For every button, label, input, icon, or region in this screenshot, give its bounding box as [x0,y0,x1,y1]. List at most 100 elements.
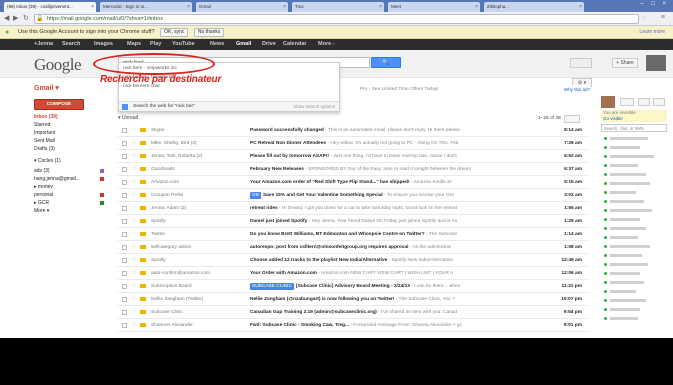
gbar-item[interactable]: Drive [262,39,276,50]
mail-checkbox[interactable] [122,297,127,302]
chat-contact[interactable] [604,190,664,195]
importance-marker-icon[interactable] [140,271,146,275]
chat-contact[interactable] [604,145,664,150]
importance-marker-icon[interactable] [140,297,146,301]
gbar-item[interactable]: Maps [127,39,141,50]
importance-marker-icon[interactable] [140,258,146,262]
importance-marker-icon[interactable] [140,323,146,327]
chat-contact[interactable] [604,217,664,222]
importance-marker-icon[interactable] [140,284,146,288]
mail-row[interactable]: ☆ Twitter Do you know Brett Williams, BT E… [118,228,588,241]
mail-checkbox[interactable] [122,245,127,250]
importance-marker-icon[interactable] [140,193,146,197]
star-icon[interactable]: ☆ [131,215,136,227]
chat-contact[interactable] [604,289,664,294]
close-icon[interactable]: × [379,2,382,12]
reload-icon[interactable]: ↻ [23,14,29,22]
star-icon[interactable]: ☆ [131,241,136,253]
mail-label[interactable]: GB [250,192,261,199]
chat-contact[interactable] [604,172,664,177]
chat-avatar[interactable] [601,96,615,108]
close-icon[interactable]: × [475,2,478,12]
importance-marker-icon[interactable] [140,128,146,132]
mail-checkbox[interactable] [122,206,127,211]
gbar-item[interactable]: More - [318,39,335,50]
search-web-option[interactable]: Search the web for "nick ber" Show searc… [119,101,339,111]
mail-row[interactable]: ☆ auto-confirm@amazon.com Your Order with … [118,267,588,280]
star-icon[interactable]: ☆ [131,306,136,318]
sidebar-item-money[interactable]: ▸ money [34,184,106,190]
mail-row[interactable]: ☆ Subscription Board SUBCASE CLINIC [Subcas… [118,280,588,293]
gbar-item[interactable]: Search [62,39,80,50]
star-icon[interactable]: ☆ [131,137,136,149]
search-button[interactable]: 🔍 [371,57,401,68]
mail-checkbox[interactable] [122,141,127,146]
chat-contact[interactable] [604,253,664,258]
page-nav-buttons[interactable] [564,115,580,123]
mail-label[interactable]: SUBCASE CLINIC [250,283,294,290]
mail-checkbox[interactable] [122,154,127,159]
chat-contact[interactable] [604,271,664,276]
no-thanks-button[interactable]: No thanks [193,28,225,37]
mail-row[interactable]: ☆ selfcategory admin autorespo: post from … [118,241,588,254]
close-icon[interactable]: × [283,2,286,12]
importance-marker-icon[interactable] [140,232,146,236]
star-icon[interactable]: ☆ [131,267,136,279]
star-icon[interactable]: ☆ [131,319,136,331]
sidebar-item-personal[interactable]: personal [34,192,106,198]
chat-contact[interactable] [604,226,664,231]
mail-row[interactable]: ☆ Goodreads February New Releases - SPONSO… [118,163,588,176]
gbar-item[interactable]: Play [150,39,161,50]
importance-marker-icon[interactable] [140,219,146,223]
sidebar-item-more[interactable]: More ▾ [34,208,106,214]
star-icon[interactable]: ☆ [131,228,136,240]
star-icon[interactable]: ☆ [131,124,136,136]
chat-controls[interactable] [620,98,668,106]
star-icon[interactable]: ☆ [131,202,136,214]
mail-row[interactable]: ☆ Subcase Clinic Canadian Gap Training 2.1… [118,306,588,319]
gbar-item[interactable]: +Jenna [34,39,53,50]
unread-section-header[interactable]: ▾ Unread [118,115,138,121]
browser-tab[interactable]: (99) Inbox (39) - cosillprivemmt... × [4,2,96,12]
mail-row[interactable]: ☆ Shannon Alexander Fwd: Subcase Clinic - … [118,319,588,332]
browser-tab[interactable]: Gmail × [196,2,288,12]
chat-contact[interactable] [604,199,664,204]
why-this-ad-link[interactable]: Why this ad? [564,85,590,95]
close-icon[interactable]: × [187,2,190,12]
chat-contact[interactable] [604,181,664,186]
star-icon[interactable]: ☆ [131,254,136,266]
star-icon[interactable]: ☆ [131,293,136,305]
url-field[interactable]: https://mail.google.com/mail/u/0/?shva=1… [34,14,639,24]
mail-checkbox[interactable] [122,232,127,237]
compose-button[interactable]: COMPOSE [34,99,84,110]
sidebar-item-starred[interactable]: Starred [34,122,106,128]
ok-sync-button[interactable]: OK, sync [160,28,189,37]
mail-row[interactable]: ☆ Mike, Shelby, Bird (3) PC Retreat Non Di… [118,137,588,150]
mail-checkbox[interactable] [122,284,127,289]
gbar-item[interactable]: Calendar [283,39,307,50]
star-icon[interactable]: ☆ [131,176,136,188]
go-visible-link[interactable]: Go visible [603,116,667,122]
chat-status-button[interactable] [620,98,634,106]
sidebar-item-drafts[interactable]: Drafts (3) [34,146,106,152]
gbar-item[interactable]: YouTube [172,39,195,50]
window-controls[interactable]: ‒ □ × [640,1,669,7]
importance-marker-icon[interactable] [140,141,146,145]
mail-row[interactable]: ☆ Jenna, Adam (3) retreat rides - Hi Deana… [118,202,588,215]
gbar-item[interactable]: News [210,39,224,50]
sidebar-item-circles[interactable]: ▾ Circles (1) [34,158,106,164]
mail-checkbox[interactable] [122,180,127,185]
phone-icon[interactable] [638,98,650,106]
sidebar-item-gcr[interactable]: ▸ GCR [34,200,106,206]
browser-tab[interactable]: Meet × [388,2,480,12]
chat-contact[interactable] [604,208,664,213]
chat-contact[interactable] [604,235,664,240]
mail-checkbox[interactable] [122,128,127,133]
promo-bar[interactable]: Pro - See Limited Time Offers Today! Why … [360,85,590,95]
star-icon[interactable]: ☆ [131,280,136,292]
search-options-link[interactable]: Show search options [293,102,335,112]
mail-checkbox[interactable] [122,258,127,263]
chat-contact[interactable] [604,298,664,303]
mail-row[interactable]: ☆ Skype Password successfully changed - Th… [118,124,588,137]
mail-checkbox[interactable] [122,271,127,276]
